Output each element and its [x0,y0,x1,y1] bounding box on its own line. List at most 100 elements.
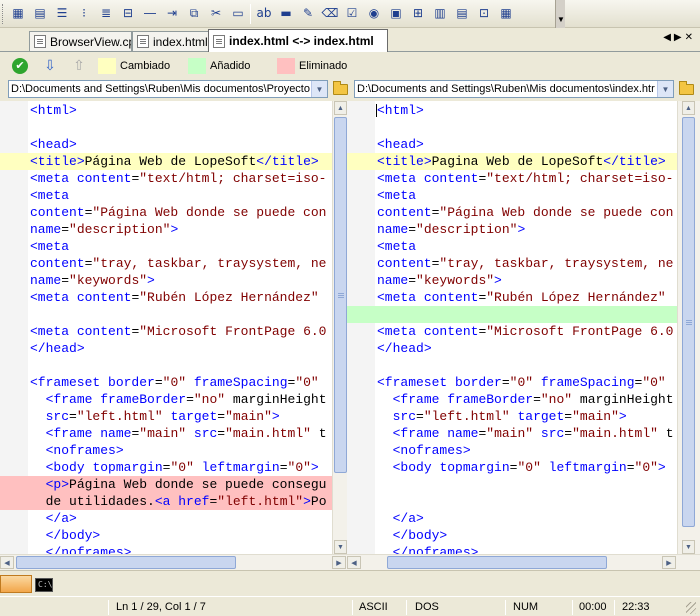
scroll-thumb[interactable] [334,117,347,473]
left-editor-pane[interactable]: <html>​<head><title>Página Web de LopeSo… [0,101,332,554]
copy-icon[interactable]: ⧉ [184,3,204,23]
code-line[interactable]: </head> [347,340,677,357]
code-line[interactable]: </body> [0,527,332,544]
code-line[interactable]: <head> [347,136,677,153]
code-line[interactable]: <frame frameBorder="no" marginHeight [347,391,677,408]
scroll-up-arrow[interactable]: ▲ [334,101,347,115]
code-line[interactable]: <meta [0,238,332,255]
scroll-thumb[interactable] [16,556,236,569]
code-line[interactable]: <meta content="Microsoft FrontPage 6.0 [0,323,332,340]
tab-index-compare[interactable]: index.html <-> index.html [208,29,388,52]
code-line[interactable]: <frameset border="0" frameSpacing="0" [347,374,677,391]
code-line[interactable]: </noframes> [347,544,677,554]
horizontal-rule-icon[interactable]: ― [140,3,160,23]
code-line[interactable]: src="left.html" target="main"> [0,408,332,425]
code-line[interactable]: ​ [0,306,332,323]
tab-index-html[interactable]: index.html [132,31,210,51]
code-line[interactable]: <meta content="Microsoft FrontPage 6.0 [347,323,677,340]
scroll-right-arrow[interactable]: ▶ [662,556,676,569]
textbox-icon[interactable]: ▬ [276,3,296,23]
code-line[interactable]: </noframes> [0,544,332,554]
code-line[interactable]: ​ [347,476,677,493]
command-prompt-icon[interactable]: C:\ [35,578,53,592]
code-line[interactable]: <meta [0,187,332,204]
right-open-folder-button[interactable] [677,80,695,98]
scroll-right-arrow[interactable]: ▶ [332,556,346,569]
code-line[interactable]: <body topmargin="0" leftmargin="0"> [0,459,332,476]
indent-icon[interactable]: ⇥ [162,3,182,23]
checkbox-icon[interactable]: ☑ [342,3,362,23]
code-line[interactable]: <head> [0,136,332,153]
code-line[interactable]: <html> [0,102,332,119]
scroll-up-arrow[interactable]: ▲ [682,101,695,115]
left-path-combobox[interactable]: D:\Documents and Settings\Ruben\Mis docu… [8,80,328,98]
code-line[interactable]: </body> [347,527,677,544]
left-vertical-scrollbar[interactable]: ▲ ▼ [332,101,347,554]
right-vertical-scrollbar[interactable]: ▲ ▼ [677,101,700,554]
rename-field-icon[interactable]: ab [254,3,274,23]
code-line[interactable]: content="tray, taskbar, traysystem, ne [347,255,677,272]
code-line[interactable]: <p>Página Web donde se puede consegu [0,476,332,493]
right-editor-pane[interactable]: <html>​<head><title>Pagina Web de LopeSo… [347,101,677,554]
code-line[interactable]: content="Página Web donde se puede con [0,204,332,221]
toolbar-grip[interactable] [2,4,5,24]
close-icon[interactable]: ✕ [685,32,696,43]
bullet-list-icon[interactable]: ⁝ [74,3,94,23]
code-line[interactable]: <noframes> [0,442,332,459]
image-list-icon[interactable]: ▥ [430,3,450,23]
right-path-combobox[interactable]: D:\Documents and Settings\Ruben\Mis docu… [354,80,674,98]
code-line[interactable]: <frameset border="0" frameSpacing="0" [0,374,332,391]
eraser-icon[interactable]: ⌫ [320,3,340,23]
previous-difference-button[interactable]: ⇧ [70,57,88,75]
code-line[interactable]: name="keywords"> [0,272,332,289]
code-line[interactable]: ​ [347,357,677,374]
next-difference-button[interactable]: ⇩ [41,57,59,75]
scroll-thumb[interactable] [387,556,607,569]
strikethrough-icon[interactable]: ⊟ [118,3,138,23]
scroll-down-arrow[interactable]: ▼ [682,540,695,554]
code-line[interactable]: </a> [0,510,332,527]
code-line[interactable]: <html> [347,102,677,119]
left-horizontal-scrollbar[interactable]: ◀ ▶ [0,554,347,570]
code-line[interactable]: </head> [0,340,332,357]
code-line[interactable]: name="description"> [347,221,677,238]
code-line[interactable]: </a> [347,510,677,527]
code-line[interactable]: <meta content="text/html; charset=iso- [0,170,332,187]
code-line[interactable]: <frame name="main" src="main.html" t [347,425,677,442]
scroll-left-arrow[interactable]: ◀ [347,556,361,569]
code-line[interactable]: ​ [347,119,677,136]
toolbar-overflow-button[interactable]: ▼ [555,0,565,28]
code-line[interactable]: src="left.html" target="main"> [347,408,677,425]
code-line[interactable]: <meta content="Rubén López Hernández" [0,289,332,306]
listbox-icon[interactable]: ▤ [452,3,472,23]
code-line[interactable]: ​ [347,306,677,323]
radio-icon[interactable]: ◉ [364,3,384,23]
scroll-left-arrow[interactable]: ◀ [0,556,14,569]
code-line[interactable]: <meta content="text/html; charset=iso- [347,170,677,187]
output-panel-tab[interactable] [0,575,32,593]
right-path-dropdown-button[interactable]: ▼ [657,81,673,97]
code-line[interactable]: de utilidades.<a href="left.html">Po [0,493,332,510]
code-line[interactable]: <frame name="main" src="main.html" t [0,425,332,442]
left-open-folder-button[interactable] [331,80,349,98]
code-line[interactable]: <meta [347,238,677,255]
tab-scroll-left-icon[interactable]: ◀ [663,32,674,43]
table-icon[interactable]: ▦ [8,3,28,23]
code-line[interactable]: name="description"> [0,221,332,238]
ordered-list-icon[interactable]: ≣ [96,3,116,23]
code-line[interactable]: <noframes> [347,442,677,459]
code-line[interactable]: ​ [0,119,332,136]
label-icon[interactable]: ▣ [386,3,406,23]
cut-icon[interactable]: ✂ [206,3,226,23]
code-line[interactable]: <body topmargin="0" leftmargin="0"> [347,459,677,476]
accept-button[interactable]: ✔ [11,57,29,75]
scroll-down-arrow[interactable]: ▼ [334,540,347,554]
code-line[interactable]: <title>Página Web de LopeSoft</title> [0,153,332,170]
code-line[interactable]: <meta [347,187,677,204]
resize-grip[interactable] [686,602,696,614]
frame-icon[interactable]: ⊡ [474,3,494,23]
code-line[interactable]: ​ [0,357,332,374]
more-icon[interactable]: ▦ [496,3,516,23]
code-line[interactable]: name="keywords"> [347,272,677,289]
form-icon[interactable]: ▭ [228,3,248,23]
